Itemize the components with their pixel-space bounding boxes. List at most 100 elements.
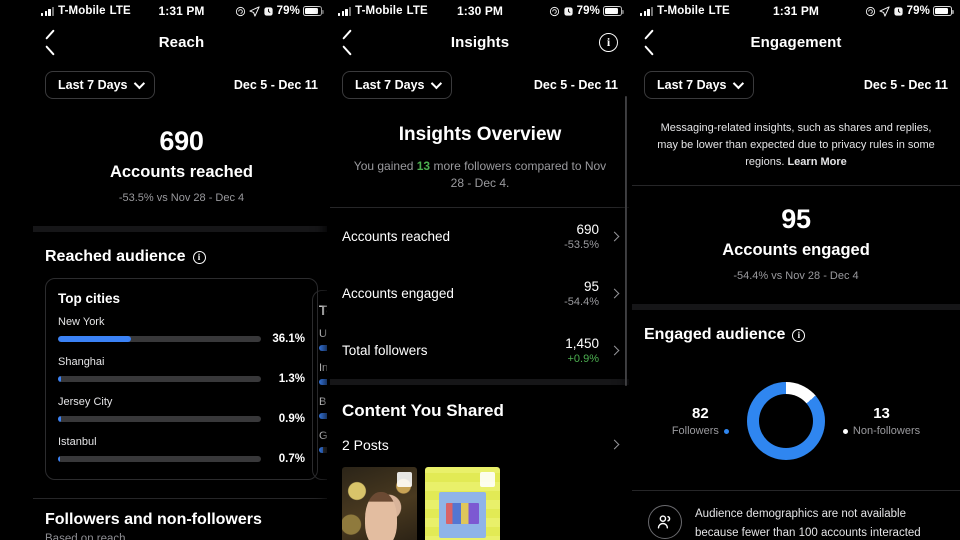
engaged-audience-donut-chart: 82 Followers 13 Non-followers bbox=[632, 356, 960, 490]
row-delta: -53.5% bbox=[564, 238, 599, 251]
reached-audience-header: Reached audience i bbox=[33, 232, 330, 278]
engaged-audience-title: Engaged audience bbox=[644, 326, 786, 344]
followers-label-group: Followers bbox=[672, 425, 729, 437]
reach-headline-metric: 690 Accounts reached -53.5% vs Nov 28 - … bbox=[33, 108, 330, 226]
engaged-delta: -54.4% vs Nov 28 - Dec 4 bbox=[733, 270, 859, 283]
date-range-label: Last 7 Days bbox=[355, 78, 425, 92]
city-name: Shanghai bbox=[58, 356, 105, 368]
rotation-lock-icon bbox=[549, 6, 559, 16]
date-range-text: Dec 5 - Dec 11 bbox=[533, 78, 618, 92]
legend-followers: 82 Followers bbox=[672, 405, 729, 437]
top-cities-title: Top cities bbox=[58, 291, 121, 306]
info-icon[interactable]: i bbox=[192, 250, 206, 264]
city-bar-fill bbox=[58, 376, 62, 382]
followers-label: Followers bbox=[671, 425, 719, 438]
followers-count: 82 bbox=[692, 405, 709, 423]
date-range-selector[interactable]: Last 7 Days bbox=[644, 71, 755, 99]
post-type-icon bbox=[480, 471, 495, 487]
row-values: 95 -54.4% bbox=[564, 279, 599, 308]
post-thumbnail[interactable] bbox=[425, 466, 500, 540]
date-range-selector[interactable]: Last 7 Days bbox=[342, 71, 453, 99]
status-bar-engagement: T-Mobile LTE 1:31 PM 79% bbox=[632, 0, 960, 22]
nav-bar-reach: Reach bbox=[33, 22, 330, 62]
battery-percent: 79% bbox=[576, 5, 600, 17]
chevron-right-icon bbox=[609, 231, 620, 242]
followers-nonfollowers-title: Followers and non-followers bbox=[45, 511, 262, 528]
reached-audience-title: Reached audience bbox=[45, 248, 186, 265]
city-bar-track bbox=[58, 336, 261, 342]
city-name: Istanbul bbox=[58, 436, 97, 448]
posts-row[interactable]: 2 Posts bbox=[330, 431, 630, 467]
panel-gap bbox=[327, 0, 330, 540]
date-range-text: Dec 5 - Dec 11 bbox=[863, 78, 948, 92]
city-bar-fill bbox=[58, 456, 61, 462]
engaged-value: 95 bbox=[781, 204, 811, 235]
people-icon bbox=[648, 505, 682, 540]
city-percent: 0.7% bbox=[278, 453, 305, 465]
city-name: Jersey City bbox=[58, 396, 113, 408]
date-range-selector[interactable]: Last 7 Days bbox=[45, 71, 156, 99]
city-bar-track bbox=[58, 456, 261, 462]
info-icon: i bbox=[599, 32, 618, 52]
back-chevron-icon[interactable] bbox=[342, 33, 353, 52]
reach-label: Accounts reached bbox=[109, 163, 254, 181]
rotation-lock-icon bbox=[235, 6, 245, 16]
row-value: 690 bbox=[576, 221, 599, 237]
battery-icon bbox=[603, 6, 624, 16]
overview-sub-highlight: 13 bbox=[416, 159, 431, 173]
panel-insights: T-Mobile LTE 1:30 PM 79% Insights i Last… bbox=[330, 0, 630, 540]
alarm-clock-icon bbox=[264, 6, 273, 16]
insights-row-accounts-reached[interactable]: Accounts reached 690 -53.5% bbox=[330, 208, 630, 265]
alarm-clock-icon bbox=[894, 6, 903, 16]
engaged-label: Accounts engaged bbox=[722, 241, 870, 260]
row-label: Accounts engaged bbox=[342, 285, 454, 301]
post-thumbnail[interactable] bbox=[342, 466, 417, 540]
chevron-right-icon bbox=[609, 439, 620, 450]
date-range-text: Dec 5 - Dec 11 bbox=[233, 78, 318, 92]
scrollbar[interactable] bbox=[624, 96, 627, 386]
filter-bar-insights: Last 7 Days Dec 5 - Dec 11 bbox=[330, 62, 630, 108]
rotation-lock-icon bbox=[865, 6, 875, 16]
city-row: Istanbul 0.7% bbox=[58, 436, 305, 465]
status-icons-group: 79% bbox=[549, 5, 624, 17]
city-row: New York 36.1% bbox=[58, 316, 305, 345]
info-icon[interactable]: i bbox=[792, 328, 806, 342]
posts-count-label: 2 Posts bbox=[342, 436, 389, 453]
date-range-label: Last 7 Days bbox=[657, 78, 727, 92]
nav-bar-engagement: Engagement bbox=[632, 22, 960, 62]
chevron-right-icon bbox=[609, 288, 620, 299]
panel-gap bbox=[629, 0, 632, 540]
city-percent: 1.3% bbox=[278, 373, 305, 385]
back-chevron-icon[interactable] bbox=[45, 33, 56, 52]
status-bar-insights: T-Mobile LTE 1:30 PM 79% bbox=[330, 0, 630, 22]
city-bar-track bbox=[58, 416, 261, 422]
privacy-notice: Messaging-related insights, such as shar… bbox=[632, 108, 960, 185]
legend-dot-followers-icon bbox=[723, 428, 729, 434]
location-arrow-icon bbox=[879, 5, 890, 17]
page-title: Reach bbox=[158, 33, 205, 51]
alarm-clock-icon bbox=[564, 6, 573, 16]
battery-percent: 79% bbox=[906, 5, 930, 17]
donut-ring bbox=[746, 382, 825, 461]
overview-sub-post: more followers compared to Nov 28 - Dec … bbox=[430, 159, 607, 191]
info-button[interactable]: i bbox=[599, 32, 618, 52]
date-range-label: Last 7 Days bbox=[58, 78, 128, 92]
city-row: Shanghai 1.3% bbox=[58, 356, 305, 385]
insights-row-accounts-engaged[interactable]: Accounts engaged 95 -54.4% bbox=[330, 265, 630, 322]
nonfollowers-count: 13 bbox=[873, 405, 890, 423]
engagement-headline-metric: 95 Accounts engaged -54.4% vs Nov 28 - D… bbox=[632, 186, 960, 304]
location-arrow-icon bbox=[249, 5, 260, 17]
learn-more-link[interactable]: Learn More bbox=[787, 156, 846, 168]
insights-row-total-followers[interactable]: Total followers 1,450 +0.9% bbox=[330, 322, 630, 379]
row-label: Total followers bbox=[342, 342, 428, 358]
row-label: Accounts reached bbox=[342, 228, 451, 244]
nonfollowers-label-group: Non-followers bbox=[842, 425, 921, 438]
page-title: Insights bbox=[450, 33, 510, 51]
status-icons-group: 79% bbox=[865, 5, 954, 17]
city-bar-track bbox=[58, 376, 261, 382]
back-chevron-icon[interactable] bbox=[644, 33, 655, 52]
demographics-unavailable-note: Audience demographics are not available … bbox=[632, 491, 960, 540]
reach-delta: -53.5% vs Nov 28 - Dec 4 bbox=[118, 192, 245, 204]
nonfollowers-label: Non-followers bbox=[852, 425, 921, 438]
page-title: Engagement bbox=[750, 33, 842, 51]
